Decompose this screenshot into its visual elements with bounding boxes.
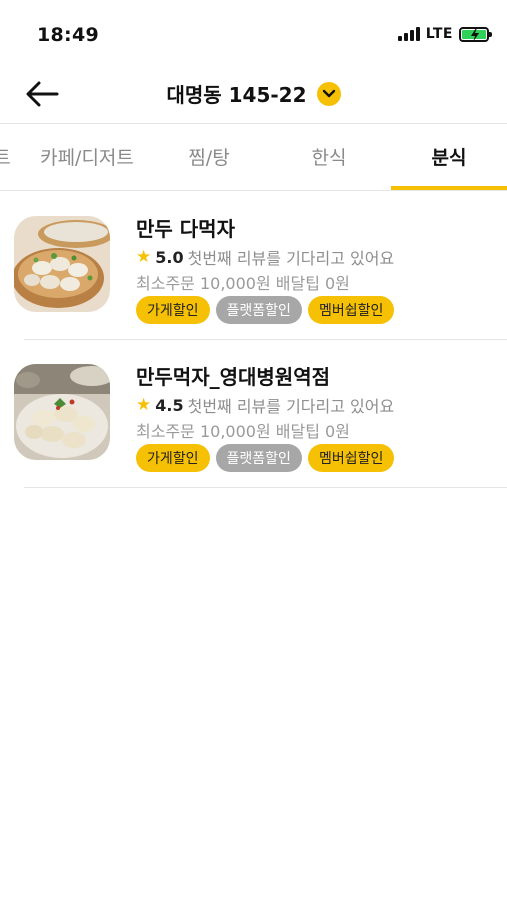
store-meta: 최소주문 10,000원 배달팁 0원 xyxy=(136,274,350,293)
badge-store-discount: 가게할인 xyxy=(136,296,210,324)
badge-membership-discount: 멤버쉽할인 xyxy=(307,296,395,324)
discount-badges: 가게할인 플랫폼할인 멤버쉽할인 xyxy=(136,296,395,324)
chevron-down-icon[interactable] xyxy=(316,81,341,106)
store-rating: ★ 4.5 첫번째 리뷰를 기다리고 있어요 xyxy=(136,393,394,417)
tab-jjim-tang[interactable]: 찜/탕 xyxy=(150,124,268,188)
store-name: 만두먹자_영대병원역점 xyxy=(136,365,330,389)
discount-badges: 가게할인 플랫폼할인 멤버쉽할인 xyxy=(136,444,395,472)
status-time: 18:49 xyxy=(37,24,99,46)
store-thumbnail xyxy=(14,364,110,460)
list-divider xyxy=(24,487,507,488)
badge-membership-discount: 멤버쉽할인 xyxy=(307,444,395,472)
badge-store-discount: 가게할인 xyxy=(136,444,210,472)
store-item[interactable]: 만두 다먹자 ★ 5.0 첫번째 리뷰를 기다리고 있어요 최소주문 10,00… xyxy=(0,193,507,341)
star-icon: ★ xyxy=(136,395,152,415)
status-indicators: LTE xyxy=(397,26,492,42)
category-tabs: 트 카페/디저트 찜/탕 한식 분식 xyxy=(0,124,507,190)
location-selector[interactable]: 대명동 145-22 xyxy=(0,79,507,108)
charging-bolt-icon xyxy=(471,27,479,42)
screen: 18:49 LTE 대명동 145-22 트 카페/디저트 찜/탕 한식 분식 … xyxy=(0,0,507,900)
badge-platform-discount: 플랫폼할인 xyxy=(215,296,302,324)
tabs-divider xyxy=(0,190,507,191)
battery-icon xyxy=(459,26,492,42)
review-text: 첫번째 리뷰를 기다리고 있어요 xyxy=(187,249,395,268)
star-icon: ★ xyxy=(136,247,152,267)
store-name: 만두 다먹자 xyxy=(136,217,235,241)
signal-icon xyxy=(397,27,420,41)
rating-value: 4.5 xyxy=(155,395,184,415)
store-thumbnail xyxy=(14,216,110,312)
list-divider xyxy=(24,339,507,340)
badge-platform-discount: 플랫폼할인 xyxy=(215,444,302,472)
rating-value: 5.0 xyxy=(155,247,184,267)
header: 대명동 145-22 xyxy=(0,64,507,124)
store-item[interactable]: 만두먹자_영대병원역점 ★ 4.5 첫번째 리뷰를 기다리고 있어요 최소주문 … xyxy=(0,341,507,489)
tab-korean[interactable]: 한식 xyxy=(270,124,388,188)
tab-cafe-dessert[interactable]: 카페/디저트 xyxy=(28,124,146,188)
store-meta: 최소주문 10,000원 배달팁 0원 xyxy=(136,422,350,441)
store-rating: ★ 5.0 첫번째 리뷰를 기다리고 있어요 xyxy=(136,245,394,269)
tab-partial[interactable]: 트 xyxy=(0,124,14,188)
tab-bunsik[interactable]: 분식 xyxy=(391,124,507,188)
status-bar: 18:49 LTE xyxy=(0,0,507,64)
location-text: 대명동 145-22 xyxy=(166,83,307,107)
review-text: 첫번째 리뷰를 기다리고 있어요 xyxy=(187,397,395,416)
network-label: LTE xyxy=(425,26,453,42)
